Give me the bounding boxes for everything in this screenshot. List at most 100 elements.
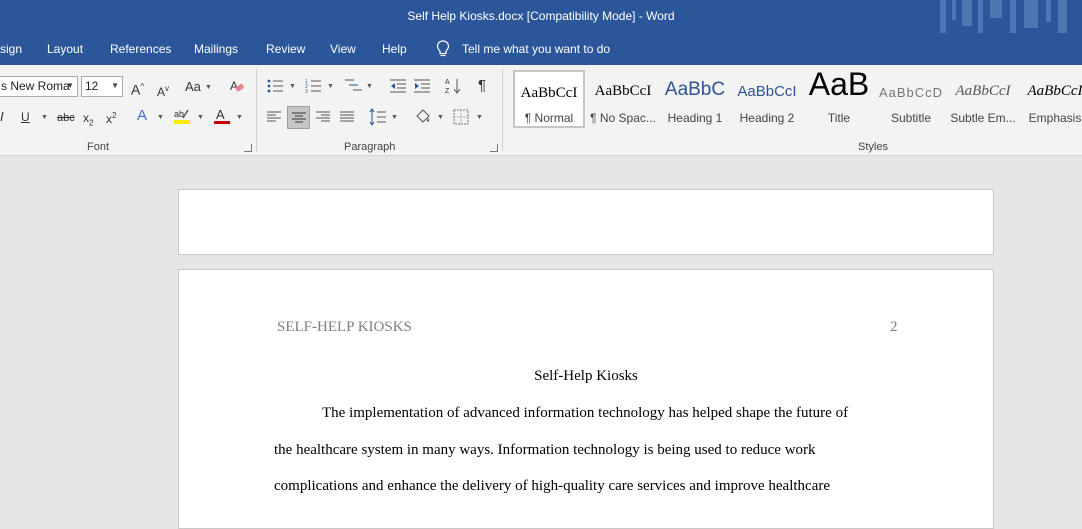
font-dialog-launcher-icon[interactable]: [244, 144, 252, 152]
highlight-color-icon[interactable]: ab: [173, 107, 191, 125]
bullets-icon[interactable]: [267, 78, 285, 94]
document-page[interactable]: SELF-HELP KIOSKS 2 Self-Help Kiosks The …: [178, 269, 994, 529]
align-left-icon[interactable]: [266, 109, 282, 125]
shading-icon[interactable]: [414, 108, 432, 126]
font-size-combo[interactable]: 12 ▼: [81, 76, 123, 97]
ribbon-tabs: sign Layout References Mailings Review V…: [0, 33, 1082, 65]
styles-gallery: AaBbCcI ¶ Normal AaBbCcI ¶ No Spac... Aa…: [511, 66, 1082, 132]
group-divider: [502, 69, 503, 151]
svg-text:A: A: [216, 107, 225, 122]
font-name-combo[interactable]: s New Roma ▼: [0, 76, 78, 97]
increase-indent-icon[interactable]: [413, 78, 431, 94]
svg-text:Z: Z: [445, 88, 450, 95]
style-title[interactable]: AaB Title: [803, 66, 875, 128]
style-name: ¶ Normal: [524, 111, 574, 125]
chevron-down-icon[interactable]: ▼: [366, 83, 373, 90]
svg-text:A: A: [230, 79, 238, 93]
font-group-label: Font: [87, 141, 110, 153]
style-emphasis[interactable]: AaBbCcI Emphasis: [1019, 70, 1082, 128]
svg-text:A: A: [445, 79, 450, 86]
tell-me-search[interactable]: Tell me what you want to do: [462, 42, 610, 56]
text-effects-icon[interactable]: A: [137, 108, 147, 124]
style-heading-1[interactable]: AaBbC Heading 1: [659, 70, 731, 128]
group-divider: [256, 69, 257, 151]
chevron-down-icon[interactable]: ▼: [236, 114, 243, 121]
style-name: Subtle Em...: [950, 111, 1016, 125]
font-size-value: 12: [85, 79, 99, 93]
paragraph-dialog-launcher-icon[interactable]: [490, 144, 498, 152]
body-line: The implementation of advanced informati…: [322, 405, 849, 421]
styles-group-label: Styles: [858, 141, 888, 153]
sort-icon[interactable]: AZ: [445, 77, 461, 95]
style-name: Emphasis: [1028, 111, 1082, 125]
style-name: Heading 1: [667, 111, 723, 125]
paragraph-group-label: Paragraph: [344, 141, 396, 153]
chevron-down-icon[interactable]: ▼: [197, 114, 204, 121]
style-sample: AaBbCcI: [1027, 83, 1082, 99]
tab-design[interactable]: sign: [0, 42, 22, 56]
document-title: Self-Help Kiosks: [534, 368, 638, 384]
font-color-icon[interactable]: A: [213, 107, 231, 125]
decrease-indent-icon[interactable]: [389, 78, 407, 94]
style-name: Title: [827, 111, 851, 125]
page-number: 2: [890, 319, 898, 335]
underline-icon[interactable]: U: [21, 109, 30, 125]
align-center-button[interactable]: [287, 106, 310, 129]
change-case-icon[interactable]: Aa: [185, 79, 201, 95]
style-heading-2[interactable]: AaBbCcI Heading 2: [731, 70, 803, 128]
style-sample: AaBbCcI: [520, 85, 578, 101]
clear-formatting-icon[interactable]: A: [229, 78, 245, 94]
style-sample: AaBbC: [664, 79, 726, 100]
style-name: ¶ No Spac...: [590, 111, 656, 125]
tab-references[interactable]: References: [110, 42, 171, 56]
tab-layout[interactable]: Layout: [47, 42, 83, 56]
superscript-icon[interactable]: x2: [106, 108, 116, 127]
strikethrough-icon[interactable]: abc: [57, 110, 75, 126]
tab-view[interactable]: View: [330, 42, 356, 56]
style-normal[interactable]: AaBbCcI ¶ Normal: [513, 70, 585, 128]
style-no-spacing[interactable]: AaBbCcI ¶ No Spac...: [587, 70, 659, 128]
svg-text:3: 3: [305, 89, 308, 94]
lightbulb-icon[interactable]: [436, 40, 450, 58]
title-bar: Self Help Kiosks.docx [Compatibility Mod…: [0, 0, 1082, 33]
italic-icon[interactable]: I: [0, 109, 4, 125]
line-spacing-icon[interactable]: [369, 108, 387, 126]
chevron-down-icon[interactable]: ▼: [157, 114, 164, 121]
chevron-down-icon[interactable]: ▼: [476, 114, 483, 121]
borders-icon[interactable]: [453, 109, 469, 125]
title-bar-decoration: [940, 0, 1067, 33]
page-header: SELF-HELP KIOSKS: [277, 319, 412, 335]
style-subtle-emphasis[interactable]: AaBbCcI Subtle Em...: [947, 70, 1019, 128]
shrink-font-icon[interactable]: Av: [157, 81, 169, 100]
style-name: Heading 2: [739, 111, 795, 125]
body-line: complications and enhance the delivery o…: [274, 478, 831, 494]
chevron-down-icon[interactable]: ▼: [391, 114, 398, 121]
style-name: Subtitle: [890, 111, 932, 125]
numbering-icon[interactable]: 1 2 3: [305, 78, 323, 94]
previous-page-bottom[interactable]: [178, 189, 994, 255]
tab-review[interactable]: Review: [266, 42, 305, 56]
show-formatting-marks-icon[interactable]: ¶: [478, 78, 486, 94]
grow-font-icon[interactable]: A^: [131, 79, 144, 98]
font-name-value: s New Roma: [1, 79, 70, 93]
tab-help[interactable]: Help: [382, 42, 407, 56]
style-sample: AaBbCcI: [737, 83, 797, 100]
align-center-icon: [292, 112, 306, 123]
subscript-icon[interactable]: x2: [83, 110, 93, 131]
chevron-down-icon[interactable]: ▼: [289, 83, 296, 90]
style-sample: AaBbCcI: [594, 83, 652, 99]
justify-icon[interactable]: [339, 109, 355, 125]
chevron-down-icon[interactable]: ▼: [41, 114, 48, 121]
chevron-down-icon[interactable]: ▼: [205, 84, 212, 91]
chevron-down-icon[interactable]: ▼: [327, 83, 334, 90]
window-title: Self Help Kiosks.docx [Compatibility Mod…: [407, 9, 675, 23]
body-line: the healthcare system in many ways. Info…: [274, 442, 816, 458]
style-subtitle[interactable]: AaBbCcD Subtitle: [875, 70, 947, 128]
tab-mailings[interactable]: Mailings: [194, 42, 238, 56]
chevron-down-icon[interactable]: ▼: [437, 114, 444, 121]
align-right-icon[interactable]: [315, 109, 331, 125]
multilevel-list-icon[interactable]: [344, 78, 364, 94]
chevron-down-icon: ▼: [111, 81, 119, 90]
ribbon: s New Roma ▼ 12 ▼ A^ Av Aa ▼ A I U ▼ abc…: [0, 65, 1082, 156]
chevron-down-icon: ▼: [66, 81, 74, 90]
